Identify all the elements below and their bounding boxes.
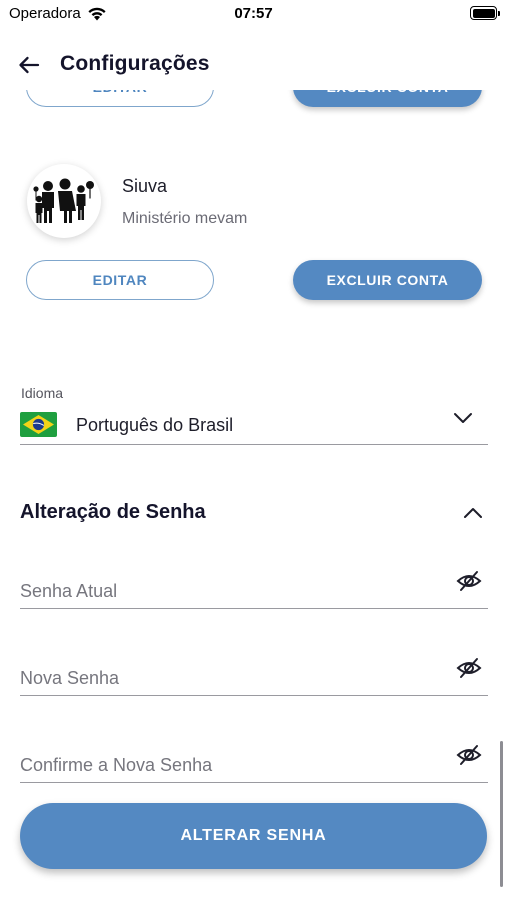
avatar (27, 164, 101, 238)
change-password-button[interactable]: ALTERAR SENHA (20, 803, 487, 869)
language-label: Idioma (21, 385, 64, 401)
password-section-title: Alteração de Senha (20, 501, 206, 523)
edit-account-button[interactable]: EDITAR (26, 90, 214, 107)
edit-account-button[interactable]: EDITAR (26, 260, 214, 300)
eye-off-icon[interactable] (456, 742, 482, 768)
new-password-input[interactable] (20, 665, 440, 691)
eye-off-icon[interactable] (456, 568, 482, 594)
new-password-field (20, 652, 488, 696)
current-password-input[interactable] (20, 578, 440, 604)
scrollbar[interactable] (500, 741, 503, 887)
chevron-down-icon (454, 413, 472, 423)
family-icon (33, 178, 94, 223)
app-header: Configurações (0, 40, 507, 90)
delete-account-button[interactable]: EXCLUIR CONTA (293, 90, 482, 107)
delete-account-button[interactable]: EXCLUIR CONTA (293, 260, 482, 300)
profile-organization: Ministério mevam (122, 210, 248, 227)
current-password-field (20, 565, 488, 609)
page-title: Configurações (60, 52, 210, 75)
eye-off-icon[interactable] (456, 655, 482, 681)
chevron-up-icon[interactable] (462, 502, 484, 524)
language-value: Português do Brasil (76, 415, 234, 435)
status-bar: Operadora 07:57 (0, 0, 507, 28)
profile-name: Siuva (122, 176, 168, 196)
confirm-password-input[interactable] (20, 752, 440, 778)
settings-screen: Operadora 07:57 Configurações EDITAR EXC… (0, 0, 507, 900)
battery-icon (470, 6, 500, 20)
clock: 07:57 (234, 5, 273, 22)
language-select[interactable]: Português do Brasil (20, 404, 488, 445)
confirm-password-field (20, 739, 488, 783)
brazil-flag-icon (20, 412, 57, 437)
account-card-previous: EDITAR EXCLUIR CONTA (0, 90, 507, 130)
arrow-left-icon (19, 56, 40, 74)
back-button[interactable] (14, 50, 44, 80)
